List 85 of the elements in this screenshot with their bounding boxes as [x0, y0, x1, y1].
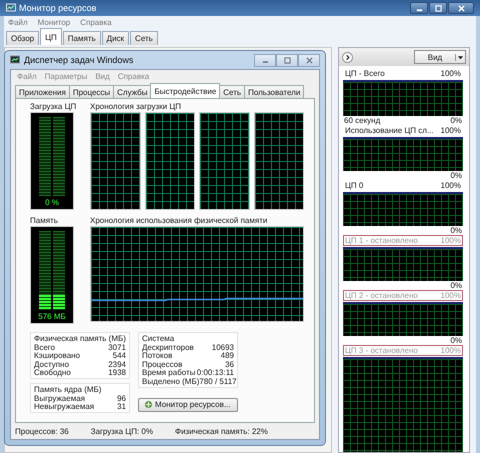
stat-value: 10693: [212, 342, 234, 352]
stat-value: 780 / 5117: [199, 376, 237, 386]
stat-value: 0:00:13:11: [196, 368, 234, 378]
menu-item[interactable]: Справка: [80, 18, 112, 26]
monitor-icon: [10, 55, 20, 65]
resource-monitor-button[interactable]: Монитор ресурсов...: [138, 398, 238, 412]
tab[interactable]: Быстродействие: [150, 83, 220, 98]
graph-max: 100%: [440, 291, 461, 300]
tab[interactable]: Обзор: [6, 31, 40, 45]
stat-value: 1938: [108, 368, 126, 378]
tab[interactable]: Процессы: [68, 85, 114, 98]
caret-icon: [455, 54, 465, 60]
graph-max: 100%: [440, 126, 461, 135]
stat-label: Дескрипторов: [142, 342, 194, 352]
graph-title: ЦП 0: [345, 181, 364, 190]
menu-item[interactable]: Монитор: [38, 18, 70, 26]
group-label: Хронология использования физической памяти: [90, 216, 268, 224]
graph-title: ЦП 2 - остановлено: [345, 291, 418, 300]
graph-title: Использование ЦП сл...: [345, 126, 434, 135]
tab[interactable]: ЦП: [40, 28, 62, 45]
meter-reading: 0 %: [45, 198, 59, 207]
graph-min: 0%: [450, 281, 462, 290]
stat-label: Доступно: [34, 360, 69, 369]
stat-label: Выделено (МБ): [142, 376, 200, 386]
tab[interactable]: Приложения: [15, 85, 70, 98]
graph-min: 0%: [450, 226, 462, 235]
meter-reading: 576 МБ: [38, 312, 66, 321]
menu-item[interactable]: Файл: [8, 18, 28, 26]
maximize-button[interactable]: [429, 2, 447, 14]
graph-min: 0%: [450, 116, 462, 125]
monitor-icon: [6, 3, 16, 13]
group-title: Система: [142, 334, 176, 343]
chevron-icon: [344, 54, 351, 60]
stat-label: Выгружаемая: [34, 394, 85, 403]
tab[interactable]: Сеть: [130, 31, 158, 45]
close-button[interactable]: [448, 2, 474, 14]
maximize-icon: [434, 4, 442, 12]
stat-value: 31: [117, 402, 126, 412]
group-label: Память: [30, 216, 59, 224]
stat-label: Всего: [34, 342, 55, 352]
graph-title: ЦП - Всего: [345, 69, 385, 78]
tab[interactable]: Сеть: [219, 85, 246, 98]
tab[interactable]: Службы: [113, 85, 152, 98]
plus-icon: [144, 400, 153, 409]
stat-label: Время работы: [142, 368, 196, 378]
close-button[interactable]: [298, 54, 320, 66]
stat-value: 96: [117, 394, 126, 403]
graph-min: 0%: [450, 171, 462, 180]
window-title: Диспетчер задач Windows: [24, 55, 134, 65]
graph-time: 60 секунд: [344, 116, 380, 125]
stat-label: Невыгружаемая: [34, 402, 94, 412]
group-label: Хронология загрузки ЦП: [90, 102, 182, 110]
stat-label: Свободно: [34, 368, 71, 378]
graph-max: 100%: [440, 69, 461, 78]
close-icon: [456, 4, 466, 12]
group-title: Физическая память (МБ): [34, 334, 126, 343]
maximize-icon: [282, 56, 292, 64]
stat-value: 544: [112, 351, 126, 360]
graph-max: 100%: [440, 236, 461, 245]
tab[interactable]: Диск: [102, 31, 130, 45]
collapse-button[interactable]: [342, 52, 353, 62]
minimize-button[interactable]: [410, 2, 428, 14]
stat-label: Процессов: [142, 360, 182, 369]
group-label: Загрузка ЦП: [30, 102, 74, 110]
stat-value: 489: [220, 351, 234, 360]
view-dropdown[interactable]: Вид: [414, 50, 466, 64]
graph-title: ЦП 1 - остановлено: [345, 236, 418, 245]
graph-title: ЦП 3 - остановлено: [345, 346, 418, 355]
stat-value: 3071: [108, 342, 126, 352]
stat-label: Кэшировано: [34, 351, 80, 360]
tab[interactable]: Пользователи: [244, 85, 304, 98]
status-text: Физическая память: 22%: [174, 426, 268, 436]
graph-min: 0%: [450, 336, 462, 345]
graph-max: 100%: [440, 346, 461, 355]
stat-label: Потоков: [142, 351, 172, 360]
stat-value: 36: [225, 360, 234, 369]
group-title: Память ядра (МБ): [34, 385, 102, 394]
tab[interactable]: Память: [62, 31, 101, 45]
close-icon: [304, 56, 314, 64]
window-title: Монитор ресурсов: [19, 3, 96, 13]
status-text: Процессов: 36: [15, 426, 69, 436]
status-text: Загрузка ЦП: 0%: [90, 426, 153, 436]
maximize-button[interactable]: [276, 54, 298, 66]
stat-value: 2394: [108, 360, 126, 369]
graph-max: 100%: [440, 181, 461, 190]
